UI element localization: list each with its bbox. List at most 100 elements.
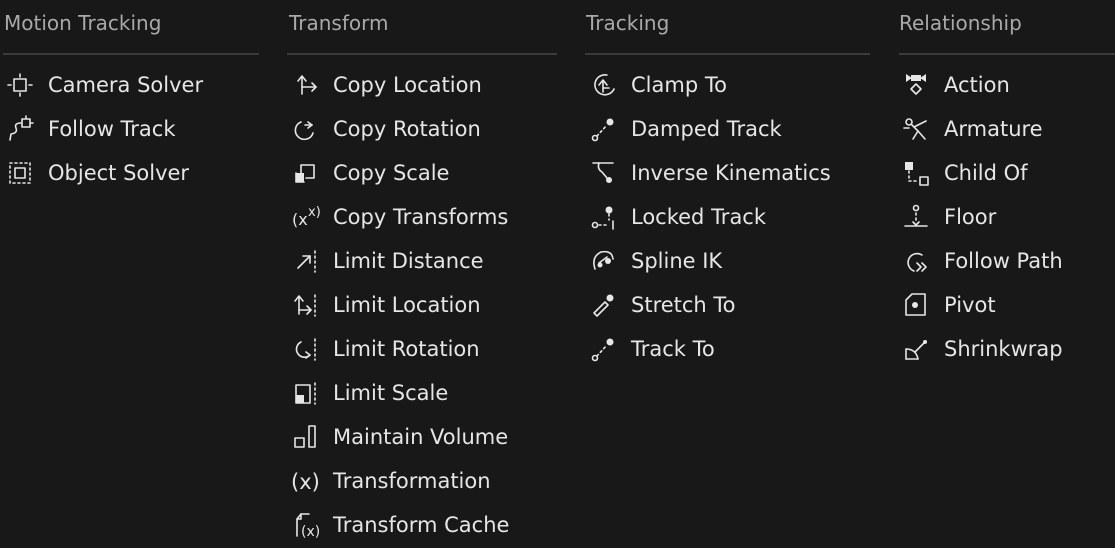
menu-item-label: Locked Track bbox=[631, 205, 767, 229]
menu-item-label: Stretch To bbox=[631, 293, 736, 317]
menu-item-clamp-to[interactable]: Clamp To bbox=[583, 63, 868, 107]
menu-item-copy-transforms[interactable]: (x x) Copy Transforms bbox=[285, 195, 555, 239]
menu-item-damped-track[interactable]: Damped Track bbox=[583, 107, 868, 151]
menu-item-label: Camera Solver bbox=[48, 73, 204, 97]
copy-location-icon bbox=[289, 69, 321, 101]
menu-item-armature[interactable]: Armature bbox=[896, 107, 1111, 151]
menu-item-label: Follow Path bbox=[944, 249, 1063, 273]
menu-item-track-to[interactable]: Track To bbox=[583, 327, 868, 371]
column-divider bbox=[585, 53, 870, 55]
menu-item-label: Floor bbox=[944, 205, 997, 229]
limit-location-icon bbox=[289, 289, 321, 321]
menu-item-label: Copy Transforms bbox=[333, 205, 509, 229]
menu-item-follow-track[interactable]: Follow Track bbox=[0, 107, 255, 151]
menu-item-label: Copy Location bbox=[333, 73, 482, 97]
column-tracking: Tracking Clamp To Damped Track Inverse K… bbox=[583, 0, 873, 548]
menu-item-action[interactable]: Action bbox=[896, 63, 1111, 107]
copy-rotation-icon bbox=[289, 113, 321, 145]
armature-icon bbox=[900, 113, 932, 145]
menu-item-follow-path[interactable]: Follow Path bbox=[896, 239, 1111, 283]
camera-solver-icon bbox=[4, 69, 36, 101]
menu-item-label: Maintain Volume bbox=[333, 425, 509, 449]
limit-distance-icon bbox=[289, 245, 321, 277]
menu-item-limit-scale[interactable]: Limit Scale bbox=[285, 371, 555, 415]
menu-item-label: Armature bbox=[944, 117, 1043, 141]
column-header: Motion Tracking bbox=[4, 11, 162, 35]
menu-item-floor[interactable]: Floor bbox=[896, 195, 1111, 239]
menu-item-pivot[interactable]: Pivot bbox=[896, 283, 1111, 327]
pivot-icon bbox=[900, 289, 932, 321]
menu-item-inverse-kinematics[interactable]: Inverse Kinematics bbox=[583, 151, 868, 195]
menu-item-label: Pivot bbox=[944, 293, 996, 317]
menu-item-label: Inverse Kinematics bbox=[631, 161, 831, 185]
menu-item-label: Follow Track bbox=[48, 117, 176, 141]
maintain-volume-icon bbox=[289, 421, 321, 453]
child-of-icon bbox=[900, 157, 932, 189]
menu-item-label: Object Solver bbox=[48, 161, 190, 185]
stretch-to-icon bbox=[587, 289, 619, 321]
copy-transforms-icon: (x x) bbox=[289, 201, 321, 233]
column-divider bbox=[899, 53, 1115, 55]
menu-item-shrinkwrap[interactable]: Shrinkwrap bbox=[896, 327, 1111, 371]
menu-item-locked-track[interactable]: Locked Track bbox=[583, 195, 868, 239]
menu-item-label: Shrinkwrap bbox=[944, 337, 1063, 361]
menu-item-label: Limit Distance bbox=[333, 249, 484, 273]
shrinkwrap-icon bbox=[900, 333, 932, 365]
inverse-kinematics-icon bbox=[587, 157, 619, 189]
column-relationship: Relationship Action Armature Child Of Fl… bbox=[896, 0, 1115, 548]
svg-text:(x): (x) bbox=[301, 524, 320, 540]
menu-item-label: Limit Rotation bbox=[333, 337, 480, 361]
menu-item-spline-ik[interactable]: Spline IK bbox=[583, 239, 868, 283]
menu-item-label: Limit Scale bbox=[333, 381, 449, 405]
column-header: Relationship bbox=[899, 11, 1022, 35]
svg-text:x): x) bbox=[308, 205, 321, 220]
limit-rotation-icon bbox=[289, 333, 321, 365]
menu-item-copy-rotation[interactable]: Copy Rotation bbox=[285, 107, 555, 151]
menu-item-label: Track To bbox=[631, 337, 715, 361]
menu-item-limit-distance[interactable]: Limit Distance bbox=[285, 239, 555, 283]
clamp-to-icon bbox=[587, 69, 619, 101]
menu-item-label: Copy Scale bbox=[333, 161, 450, 185]
transformation-icon: (x) bbox=[289, 465, 321, 497]
menu-item-label: Copy Rotation bbox=[333, 117, 481, 141]
column-header: Transform bbox=[289, 11, 389, 35]
spline-ik-icon bbox=[587, 245, 619, 277]
menu-item-limit-location[interactable]: Limit Location bbox=[285, 283, 555, 327]
svg-text:(x: (x bbox=[292, 210, 308, 229]
limit-scale-icon bbox=[289, 377, 321, 409]
damped-track-icon bbox=[587, 113, 619, 145]
menu-item-transform-cache[interactable]: (x) Transform Cache bbox=[285, 503, 555, 547]
copy-scale-icon bbox=[289, 157, 321, 189]
menu-item-maintain-volume[interactable]: Maintain Volume bbox=[285, 415, 555, 459]
menu-item-label: Child Of bbox=[944, 161, 1028, 185]
menu-item-limit-rotation[interactable]: Limit Rotation bbox=[285, 327, 555, 371]
menu-item-child-of[interactable]: Child Of bbox=[896, 151, 1111, 195]
menu-item-camera-solver[interactable]: Camera Solver bbox=[0, 63, 255, 107]
menu-item-object-solver[interactable]: Object Solver bbox=[0, 151, 255, 195]
svg-text:(x): (x) bbox=[291, 470, 320, 494]
floor-icon bbox=[900, 201, 932, 233]
transform-cache-icon: (x) bbox=[289, 509, 321, 541]
column-header: Tracking bbox=[586, 11, 670, 35]
column-motion-tracking: Motion Tracking Camera Solver Follow Tra… bbox=[0, 0, 260, 548]
menu-item-label: Action bbox=[944, 73, 1010, 97]
column-divider bbox=[287, 53, 557, 55]
column-transform: Transform Copy Location Copy Rotation Co… bbox=[285, 0, 560, 548]
menu-item-label: Spline IK bbox=[631, 249, 723, 273]
track-to-icon bbox=[587, 333, 619, 365]
menu-item-copy-scale[interactable]: Copy Scale bbox=[285, 151, 555, 195]
column-divider bbox=[3, 53, 259, 55]
menu-item-stretch-to[interactable]: Stretch To bbox=[583, 283, 868, 327]
menu-item-label: Clamp To bbox=[631, 73, 727, 97]
menu-item-label: Transform Cache bbox=[333, 513, 510, 537]
menu-item-copy-location[interactable]: Copy Location bbox=[285, 63, 555, 107]
menu-item-label: Limit Location bbox=[333, 293, 481, 317]
locked-track-icon bbox=[587, 201, 619, 233]
menu-item-label: Transformation bbox=[333, 469, 491, 493]
menu-item-label: Damped Track bbox=[631, 117, 782, 141]
follow-path-icon bbox=[900, 245, 932, 277]
object-solver-icon bbox=[4, 157, 36, 189]
action-icon bbox=[900, 69, 932, 101]
menu-item-transformation[interactable]: (x) Transformation bbox=[285, 459, 555, 503]
follow-track-icon bbox=[4, 113, 36, 145]
